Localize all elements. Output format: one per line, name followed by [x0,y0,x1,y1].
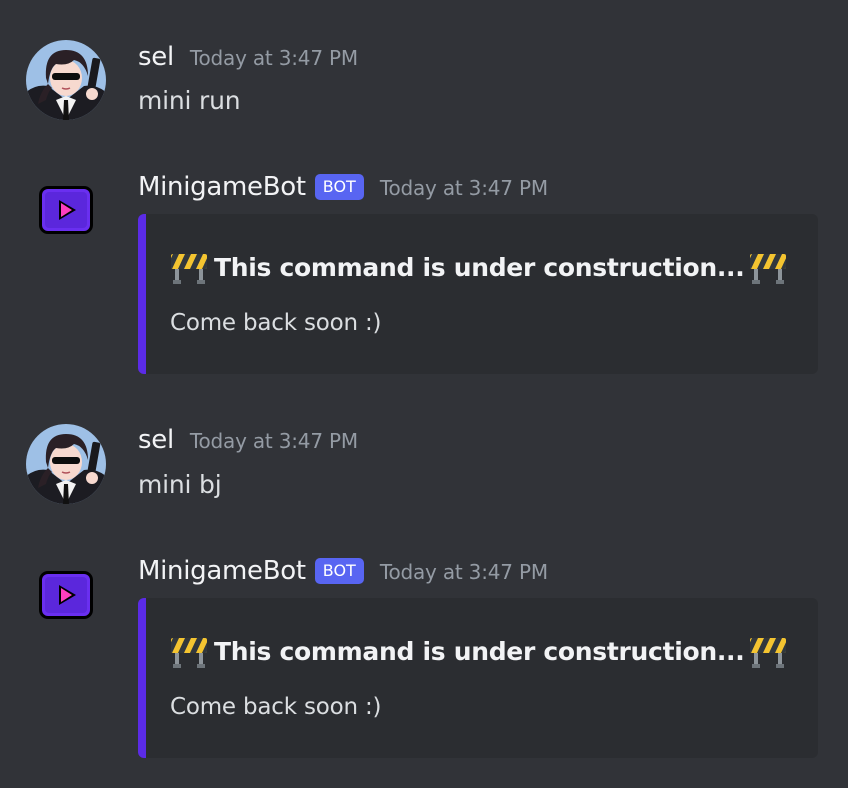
message-header: MinigameBot BOT Today at 3:47 PM [138,172,548,203]
embed-title-text: This command is under construction... [214,636,745,666]
construction-barrier-icon [170,250,208,284]
username[interactable]: sel [138,425,174,455]
embed: This command is under construction... Co… [138,598,818,758]
username[interactable]: MinigameBot [138,172,306,202]
timestamp[interactable]: Today at 3:47 PM [190,46,358,70]
embed-description: Come back soon :) [170,310,382,336]
anime-character-avatar-icon [26,40,106,120]
username[interactable]: sel [138,42,174,72]
construction-barrier-icon [170,634,208,668]
avatar[interactable] [36,565,96,625]
bot-badge: BOT [314,558,364,584]
message-text: mini bj [138,470,222,499]
username[interactable]: MinigameBot [138,556,306,586]
bot-badge: BOT [314,174,364,200]
message-header: sel Today at 3:47 PM [138,42,358,72]
message-header: MinigameBot BOT Today at 3:47 PM [138,556,548,587]
embed-title-text: This command is under construction... [214,252,745,282]
play-button-icon [36,565,96,625]
construction-barrier-icon [749,634,787,668]
embed-accent-bar [138,214,146,374]
chat-messages: sel Today at 3:47 PM mini run MinigameBo… [0,0,848,788]
construction-barrier-icon [749,250,787,284]
avatar[interactable] [26,40,106,120]
anime-character-avatar-icon [26,424,106,504]
timestamp[interactable]: Today at 3:47 PM [380,176,548,200]
embed-title: This command is under construction... [170,250,787,284]
message-header: sel Today at 3:47 PM [138,425,358,455]
embed-accent-bar [138,598,146,758]
timestamp[interactable]: Today at 3:47 PM [190,429,358,453]
avatar[interactable] [26,424,106,504]
timestamp[interactable]: Today at 3:47 PM [380,560,548,584]
play-button-icon [36,180,96,240]
embed-description: Come back soon :) [170,694,382,720]
embed: This command is under construction... Co… [138,214,818,374]
avatar[interactable] [36,180,96,240]
embed-title: This command is under construction... [170,634,787,668]
message-text: mini run [138,86,241,115]
